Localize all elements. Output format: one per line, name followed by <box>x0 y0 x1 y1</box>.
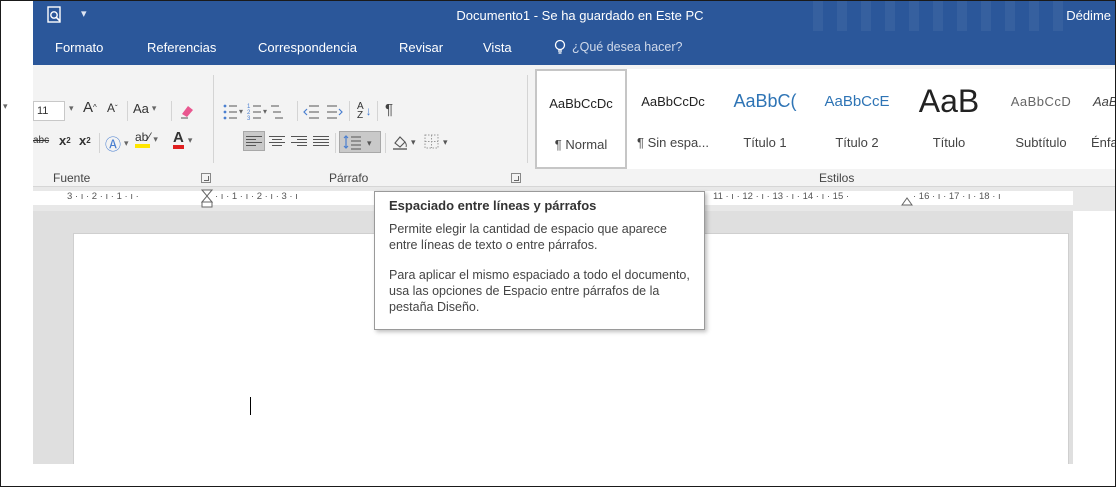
style-preview: AaB <box>918 82 980 119</box>
font-size-box[interactable]: 11 <box>33 101 65 121</box>
paragraph-dialog-launcher-icon[interactable] <box>511 173 521 183</box>
svg-text:▾: ▾ <box>443 137 448 147</box>
change-case-button[interactable]: Aa ▾ <box>133 101 156 116</box>
style-preview: AaBbC( <box>733 90 797 111</box>
style-preview: AaBbCcE <box>824 92 890 110</box>
divider <box>377 101 378 121</box>
grow-font-button[interactable]: A ^ <box>83 99 97 116</box>
font-group-label: Fuente <box>53 171 91 185</box>
highlight-color-button[interactable]: ab⁄ ▾ <box>135 131 158 148</box>
bullets-numbering-icons[interactable]: ▾ 123 ▾ <box>223 103 287 121</box>
indent-buttons-icon[interactable] <box>303 103 343 121</box>
word-window: ▾ Documento1 - Se ha guardado en Este PC… <box>0 0 1116 487</box>
clear-formatting-icon[interactable] <box>178 102 196 120</box>
show-formatting-button[interactable]: ¶ <box>385 101 393 118</box>
user-name[interactable]: Dédime <box>1066 8 1111 23</box>
sort-button[interactable]: A Z ↓ <box>357 102 372 121</box>
style-name: Título 2 <box>835 135 879 150</box>
tell-me-search[interactable]: ¿Qué desea hacer? <box>553 39 683 55</box>
font-name-dropdown-icon[interactable]: ▾ <box>3 101 8 112</box>
ruler-tail-ticks: · 16 · ı · 17 · ı · 18 · ı <box>913 191 1001 202</box>
tooltip-description: Permite elegir la cantidad de espacio qu… <box>389 222 667 252</box>
text-cursor <box>250 397 251 415</box>
svg-text:▾: ▾ <box>239 107 243 116</box>
group-divider <box>527 75 528 163</box>
right-indent-marker-icon[interactable] <box>901 192 913 206</box>
align-left-icon[interactable] <box>246 134 262 148</box>
divider <box>335 133 336 153</box>
svg-text:▾: ▾ <box>411 137 416 147</box>
divider <box>385 133 386 153</box>
line-paragraph-spacing-icon[interactable]: ▾ <box>343 134 379 150</box>
tab-formato[interactable]: Formato <box>55 40 103 55</box>
ruler-left-ticks: 3 · ı · 2 · ı · 1 · ı · <box>67 191 139 202</box>
style-titulo-2[interactable]: AaBbCcE Título 2 <box>811 69 903 169</box>
document-title: Documento1 - Se ha guardado en Este PC <box>456 8 704 23</box>
group-divider <box>213 75 214 163</box>
tooltip-title: Espaciado entre líneas y párrafos <box>389 198 597 213</box>
justify-icon[interactable] <box>313 134 329 148</box>
title-bar: ▾ Documento1 - Se ha guardado en Este PC… <box>33 1 1115 31</box>
font-size-dropdown-icon[interactable]: ▾ <box>69 103 74 114</box>
lightbulb-icon <box>554 39 566 54</box>
shading-icon[interactable]: ▾ <box>391 133 421 151</box>
borders-icon[interactable]: ▾ <box>423 133 453 151</box>
style-normal[interactable]: AaBbCcDc ¶ Normal <box>535 69 627 169</box>
style-preview: AaBb <box>1093 93 1115 109</box>
styles-group-label: Estilos <box>819 171 855 185</box>
divider <box>297 101 298 121</box>
svg-text:3: 3 <box>247 116 251 121</box>
text-effects-button[interactable]: Ⓐ ▾ <box>105 131 129 155</box>
indent-marker-icon[interactable] <box>201 189 213 209</box>
font-dialog-launcher-icon[interactable] <box>201 173 211 183</box>
align-right-icon[interactable] <box>291 134 307 148</box>
tell-me-placeholder: ¿Qué desea hacer? <box>572 40 683 54</box>
style-name: Subtítulo <box>1015 135 1067 150</box>
divider <box>99 133 100 153</box>
style-titulo[interactable]: AaB Título <box>903 69 995 169</box>
tooltip-hint: Para aplicar el mismo espaciado a todo e… <box>389 268 690 314</box>
tab-correspondencia[interactable]: Correspondencia <box>258 40 357 55</box>
divider <box>171 101 172 121</box>
styles-gallery: AaBbCcDc ¶ Normal AaBbCcDc ¶ Sin espa...… <box>535 69 1115 169</box>
style-subtitulo[interactable]: AaBbCcD Subtítulo <box>995 69 1087 169</box>
ribbon: 11 ▾ ▾ A ^ Aˇ Aa ▾ abc x2 x2 Ⓐ ▾ ab⁄ ▾ A ▾ Fu… <box>3 65 1115 187</box>
style-name: Título 1 <box>743 135 787 150</box>
tab-revisar[interactable]: Revisar <box>399 40 443 55</box>
style-sin-espaciado[interactable]: AaBbCcDc ¶ Sin espa... <box>627 69 719 169</box>
font-color-button[interactable]: A ▾ <box>173 130 192 149</box>
svg-text:▾: ▾ <box>367 138 372 148</box>
strikethrough-button[interactable]: abc <box>33 135 49 146</box>
style-titulo-1[interactable]: AaBbC( Título 1 <box>719 69 811 169</box>
align-center-icon[interactable] <box>269 134 285 148</box>
divider <box>127 101 128 121</box>
style-preview: AaBbCcDc <box>641 93 705 109</box>
style-preview: AaBbCcDc <box>549 95 613 111</box>
style-name: ¶ Sin espa... <box>636 135 710 150</box>
style-name: Título <box>932 135 966 150</box>
paragraph-group-label: Párrafo <box>329 171 369 185</box>
line-spacing-tooltip: Espaciado entre líneas y párrafos Permit… <box>374 191 705 330</box>
subscript-button[interactable]: x2 <box>59 133 71 148</box>
ruler-right-ticks: 11 · ı · 12 · ı · 13 · ı · 14 · ı · 15 · <box>713 191 850 202</box>
superscript-button[interactable]: x2 <box>79 133 91 148</box>
style-preview: AaBbCcD <box>1010 93 1072 109</box>
font-size-value: 11 <box>37 105 49 117</box>
ruler-mid-ticks: · ı · 1 · ı · 2 · ı · 3 · ı <box>215 191 298 202</box>
tab-vista[interactable]: Vista <box>483 40 512 55</box>
svg-text:▾: ▾ <box>263 107 267 116</box>
style-name: Énfasis <box>1091 135 1115 150</box>
style-name: ¶ Normal <box>554 137 608 152</box>
style-enfasis[interactable]: AaBb Énfasis <box>1087 69 1115 169</box>
shrink-font-button[interactable]: Aˇ <box>107 101 118 115</box>
tab-referencias[interactable]: Referencias <box>147 40 216 55</box>
divider <box>349 101 350 121</box>
ribbon-tabs: Formato Referencias Correspondencia Revi… <box>33 31 1115 65</box>
